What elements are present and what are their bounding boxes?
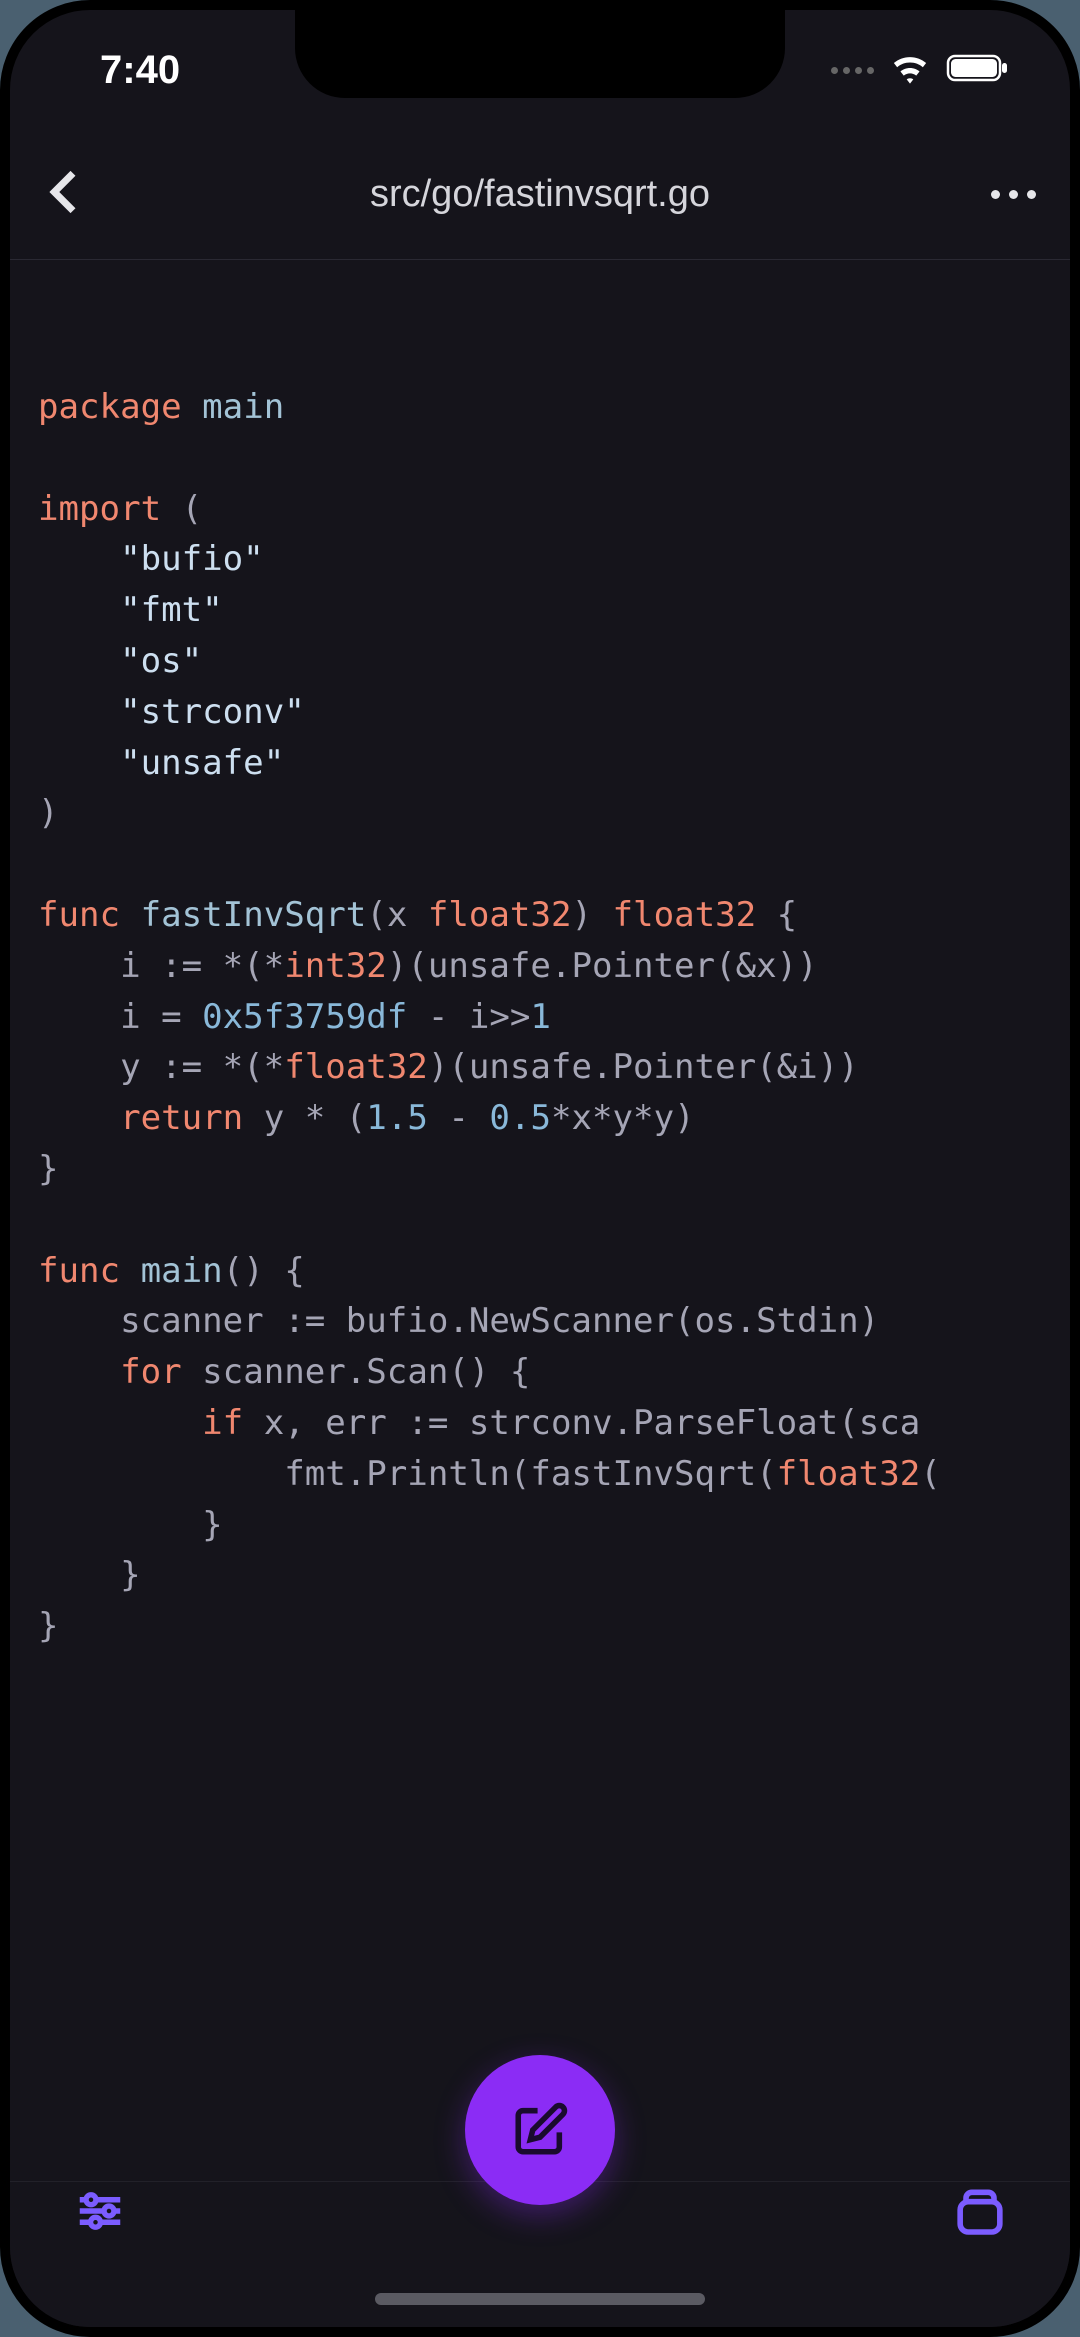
code-token: { xyxy=(756,895,797,935)
code-token: func xyxy=(38,1251,120,1291)
code-token: 1 xyxy=(530,997,551,1037)
status-indicators xyxy=(831,46,1010,95)
code-token: if xyxy=(202,1403,243,1443)
code-token: )(unsafe.Pointer(&i)) xyxy=(428,1047,859,1087)
files-button[interactable] xyxy=(950,2181,1010,2241)
code-token: () { xyxy=(223,1251,305,1291)
code-token: (x xyxy=(366,895,428,935)
code-token xyxy=(38,1403,202,1443)
wifi-icon xyxy=(888,46,932,95)
code-token: import xyxy=(38,489,161,529)
code-token: func xyxy=(38,895,120,935)
settings-button[interactable] xyxy=(70,2181,130,2241)
home-indicator[interactable] xyxy=(375,2293,705,2305)
code-token: float32 xyxy=(284,1047,428,1087)
code-token: y := *(* xyxy=(38,1047,284,1087)
code-token: fastInvSqrt xyxy=(141,895,367,935)
code-token: ( xyxy=(161,489,202,529)
code-token xyxy=(38,692,120,732)
code-token: *x*y*y) xyxy=(551,1098,695,1138)
battery-icon xyxy=(946,52,1010,89)
chevron-left-icon xyxy=(38,164,94,220)
code-token: return xyxy=(120,1098,243,1138)
code-token xyxy=(38,539,120,579)
code-token: float32 xyxy=(777,1454,921,1494)
code-token: ) xyxy=(571,895,612,935)
code-token: float32 xyxy=(613,895,757,935)
code-editor-content[interactable]: package main import ( "bufio" "fmt" "os"… xyxy=(10,262,1070,2127)
file-stack-icon xyxy=(952,2183,1008,2239)
dot-icon xyxy=(1027,190,1036,199)
code-token xyxy=(38,1352,120,1392)
edit-fab-button[interactable] xyxy=(465,2055,615,2205)
code-token: "unsafe" xyxy=(120,743,284,783)
code-token: scanner.Scan() { xyxy=(182,1352,531,1392)
code-token xyxy=(38,743,120,783)
file-path-title: src/go/fastinvsqrt.go xyxy=(370,173,710,216)
code-token xyxy=(38,590,120,630)
code-token xyxy=(182,387,203,427)
code-token xyxy=(38,641,120,681)
code-token: int32 xyxy=(284,946,387,986)
code-token xyxy=(120,1251,141,1291)
code-token: main xyxy=(202,387,284,427)
code-token: ) xyxy=(38,793,59,833)
code-token: for xyxy=(120,1352,182,1392)
dot-icon xyxy=(1009,190,1018,199)
navigation-bar: src/go/fastinvsqrt.go xyxy=(10,130,1070,260)
code-token: 0x5f3759df xyxy=(202,997,407,1037)
code-token: i := *(* xyxy=(38,946,284,986)
code-token: "fmt" xyxy=(120,590,223,630)
code-token: } xyxy=(38,1505,223,1545)
code-token: 0.5 xyxy=(489,1098,551,1138)
sliders-icon xyxy=(73,2184,127,2238)
code-token xyxy=(120,895,141,935)
code-token: package xyxy=(38,387,182,427)
cellular-dots-icon xyxy=(831,67,874,74)
code-token: y * ( xyxy=(243,1098,366,1138)
code-token: - i>> xyxy=(407,997,530,1037)
code-token: scanner := bufio.NewScanner(os.Stdin) xyxy=(38,1301,879,1341)
code-token: "bufio" xyxy=(120,539,264,579)
dot-icon xyxy=(991,190,1000,199)
code-token: i = xyxy=(38,997,202,1037)
code-token: x, err := strconv.ParseFloat(sca xyxy=(243,1403,920,1443)
code-token: ( xyxy=(920,1454,941,1494)
bottom-toolbar xyxy=(10,2127,1070,2327)
code-token: 1.5 xyxy=(366,1098,428,1138)
code-token: } xyxy=(38,1555,141,1595)
compose-icon xyxy=(511,2101,569,2159)
code-token: } xyxy=(38,1606,59,1646)
code-token: main xyxy=(141,1251,223,1291)
back-button[interactable] xyxy=(38,164,94,225)
code-token: "os" xyxy=(120,641,202,681)
code-token: "strconv" xyxy=(120,692,305,732)
more-options-button[interactable] xyxy=(986,190,1042,199)
code-token: )(unsafe.Pointer(&x)) xyxy=(387,946,818,986)
code-token: fmt.Println(fastInvSqrt( xyxy=(38,1454,777,1494)
status-time: 7:40 xyxy=(100,48,180,93)
code-token: - xyxy=(428,1098,490,1138)
code-token: float32 xyxy=(428,895,572,935)
device-notch xyxy=(295,8,785,98)
code-token: } xyxy=(38,1149,59,1189)
code-token xyxy=(38,1098,120,1138)
device-frame: 7:40 src/go/fastinvsqrt.go package main … xyxy=(0,0,1080,2337)
